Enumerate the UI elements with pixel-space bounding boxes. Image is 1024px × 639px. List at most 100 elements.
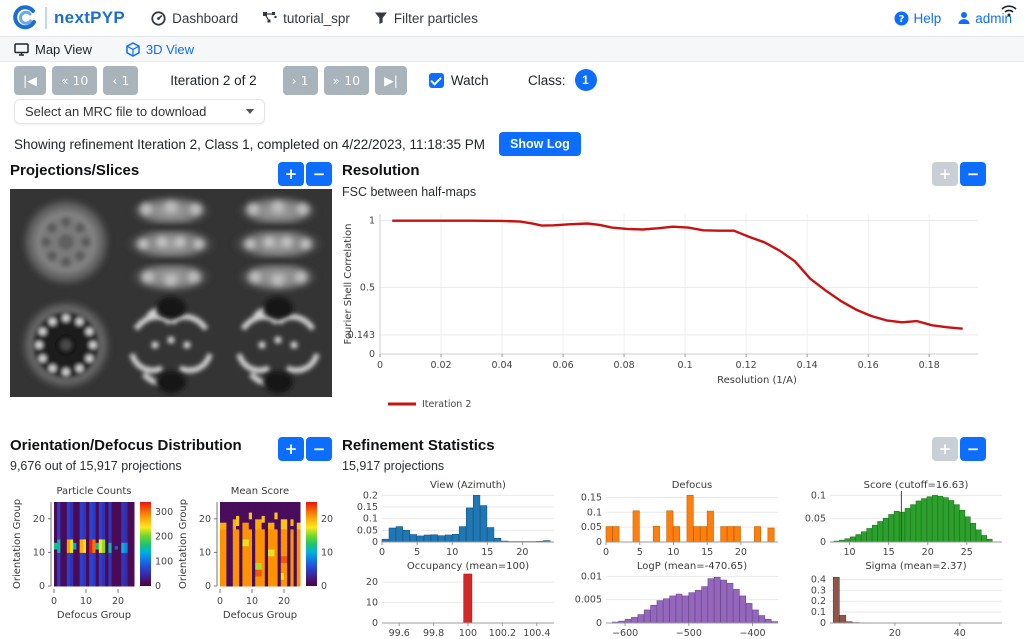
svg-text:0: 0 xyxy=(39,581,45,592)
svg-text:View (Azimuth): View (Azimuth) xyxy=(430,480,506,491)
distribution-zoom-in-button[interactable]: + xyxy=(278,437,304,461)
svg-text:Occupancy (mean=100): Occupancy (mean=100) xyxy=(407,561,529,572)
watch-label: Watch xyxy=(450,73,489,88)
navbar-right: ? Help admin xyxy=(894,11,1012,26)
svg-text:0: 0 xyxy=(372,618,378,629)
svg-text:Orientation Group: Orientation Group xyxy=(178,499,189,589)
particle-counts-heatmap: 010200 10 20Defocus GroupOrientation Group… xyxy=(12,486,173,621)
class-label: Class: xyxy=(528,72,566,88)
back-1-button[interactable]: ‹ 1 xyxy=(103,66,139,95)
brand-divider xyxy=(45,7,47,29)
distribution-zoom-out-button[interactable]: − xyxy=(306,437,332,461)
svg-text:0: 0 xyxy=(369,349,375,360)
svg-text:0.02: 0.02 xyxy=(430,360,451,371)
class-1-badge[interactable]: 1 xyxy=(574,69,597,91)
mrc-select-value: Select an MRC file to download xyxy=(25,104,207,119)
resolution-panel-header: Resolution + − xyxy=(342,162,986,186)
statistics-zoom-in-button[interactable]: + xyxy=(932,437,958,461)
last-iteration-button[interactable]: ▶| xyxy=(375,66,407,95)
resolution-zoom-out-button[interactable]: − xyxy=(960,162,986,186)
svg-text:100: 100 xyxy=(155,556,173,567)
svg-text:Particle Counts: Particle Counts xyxy=(56,486,131,497)
help-link[interactable]: ? Help xyxy=(894,11,941,26)
svg-text:0.05: 0.05 xyxy=(357,525,378,536)
iteration-controls: |◀ « 10 ‹ 1 Iteration 2 of 2 › 1 » 10 ▶|… xyxy=(14,66,489,95)
forward-10-button[interactable]: » 10 xyxy=(323,66,370,95)
tab-3d-view[interactable]: 3D View xyxy=(126,42,194,57)
svg-text:0.12: 0.12 xyxy=(736,360,757,371)
distribution-panel-header: Orientation/Defocus Distribution + − xyxy=(10,437,332,461)
svg-text:5: 5 xyxy=(414,547,420,558)
first-iteration-button[interactable]: |◀ xyxy=(14,66,46,95)
svg-text:0: 0 xyxy=(321,581,327,592)
svg-text:0.15: 0.15 xyxy=(581,492,602,503)
projections-zoom-in-button[interactable]: + xyxy=(278,162,304,186)
nav-project[interactable]: tutorial_spr xyxy=(262,11,350,26)
show-log-button[interactable]: Show Log xyxy=(499,132,581,156)
svg-text:Orientation Group: Orientation Group xyxy=(12,499,23,589)
svg-text:10: 10 xyxy=(667,547,679,558)
back-10-button[interactable]: « 10 xyxy=(51,66,98,95)
defocus-histogram: 0 0.05 0.1 0.15 0 5 10 15 20 Defocus xyxy=(581,480,778,558)
occupancy-histogram: 0 10 20 99.6 99.8 100 100.2 100.4 Occupancy (mea… xyxy=(366,561,554,639)
svg-text:0: 0 xyxy=(372,537,378,548)
svg-text:0: 0 xyxy=(603,547,609,558)
projection-montage[interactable] xyxy=(10,189,332,397)
view-azimuth-histogram: 00.050.10.150.2 0 5 10 15 20 View (Azimuth) xyxy=(357,480,554,558)
statistics-zoom-out-button[interactable]: − xyxy=(960,437,986,461)
svg-text:0: 0 xyxy=(820,618,826,629)
nav-dashboard[interactable]: Dashboard xyxy=(151,11,238,26)
nav-filter-label: Filter particles xyxy=(393,10,478,26)
svg-text:20: 20 xyxy=(735,547,747,558)
nav-dashboard-label: Dashboard xyxy=(172,10,239,26)
caret-down-icon xyxy=(246,109,254,114)
svg-text:10: 10 xyxy=(446,547,458,558)
svg-text:0.3: 0.3 xyxy=(811,585,826,596)
distribution-subtitle: 9,676 out of 15,917 projections xyxy=(10,459,182,473)
svg-text:Sigma (mean=2.37): Sigma (mean=2.37) xyxy=(865,561,966,572)
svg-text:20: 20 xyxy=(278,596,290,607)
watch-checkbox[interactable] xyxy=(428,73,444,88)
svg-text:−600: −600 xyxy=(612,628,638,639)
svg-text:10: 10 xyxy=(33,547,45,558)
mrc-file-select[interactable]: Select an MRC file to download xyxy=(14,99,265,124)
svg-text:0: 0 xyxy=(377,360,383,371)
svg-text:5: 5 xyxy=(637,547,643,558)
tab-map-view[interactable]: Map View xyxy=(14,42,92,57)
connection-status-icon xyxy=(1001,5,1017,17)
svg-text:100.4: 100.4 xyxy=(523,628,550,639)
svg-text:25: 25 xyxy=(961,547,973,558)
nav-filter-particles[interactable]: Filter particles xyxy=(374,11,478,26)
svg-text:−500: −500 xyxy=(676,628,702,639)
dashboard-icon xyxy=(151,10,166,26)
svg-text:10: 10 xyxy=(843,547,855,558)
svg-text:1: 1 xyxy=(369,216,375,227)
brand[interactable]: nextPYP xyxy=(12,5,125,31)
svg-text:15: 15 xyxy=(481,547,493,558)
resolution-zoom-in-button[interactable]: + xyxy=(932,162,958,186)
svg-text:0.08: 0.08 xyxy=(614,360,635,371)
svg-text:0: 0 xyxy=(51,596,57,607)
logp-histogram: 0 0.005 0.01 −600 −500 −400 LogP (mean=-470.65… xyxy=(575,561,778,639)
svg-text:0.4: 0.4 xyxy=(811,574,826,585)
svg-text:99.8: 99.8 xyxy=(423,628,444,639)
svg-text:10: 10 xyxy=(366,598,378,609)
score-histogram: 0 0.05 0.1 10 15 20 25 Score (cutoff=16.63) xyxy=(805,480,1002,558)
svg-text:20: 20 xyxy=(112,596,124,607)
svg-text:100: 100 xyxy=(459,628,477,639)
app-root: nextPYP Dashboard tutorial_spr Filter pa… xyxy=(0,0,1024,639)
svg-text:0: 0 xyxy=(217,596,223,607)
projections-zoom-out-button[interactable]: − xyxy=(306,162,332,186)
svg-text:300: 300 xyxy=(155,507,173,518)
svg-text:0.1: 0.1 xyxy=(678,360,693,371)
svg-text:100.2: 100.2 xyxy=(489,628,516,639)
forward-1-button[interactable]: › 1 xyxy=(282,66,318,95)
svg-text:99.6: 99.6 xyxy=(389,628,410,639)
svg-text:0.2: 0.2 xyxy=(811,596,826,607)
statistics-title: Refinement Statistics xyxy=(342,437,495,454)
svg-text:15: 15 xyxy=(883,547,895,558)
cube-3d-icon xyxy=(126,41,140,57)
top-navbar: nextPYP Dashboard tutorial_spr Filter pa… xyxy=(0,0,1024,37)
resolution-subtitle: FSC between half-maps xyxy=(342,185,477,199)
svg-text:10: 10 xyxy=(321,547,333,558)
